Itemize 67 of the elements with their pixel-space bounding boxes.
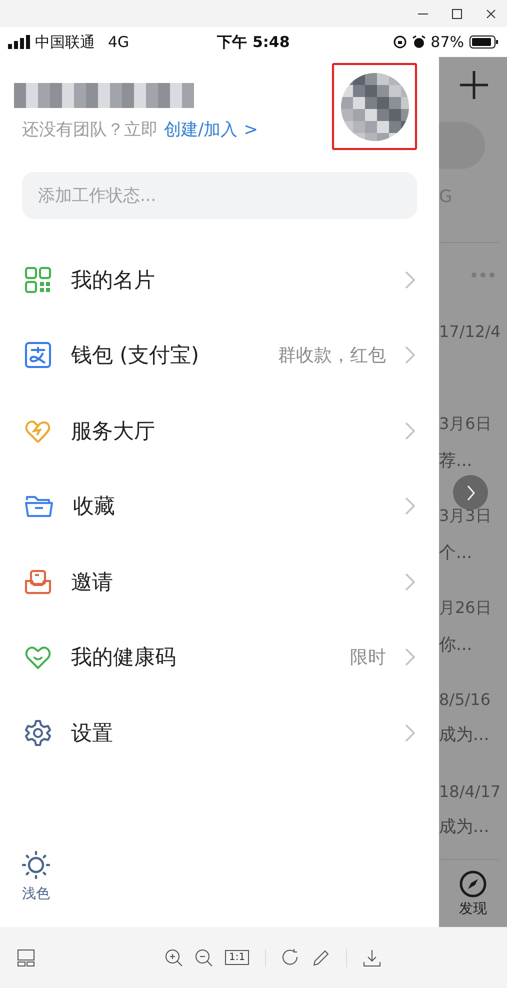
menu-label: 收藏 xyxy=(73,493,116,520)
settings-icon xyxy=(24,718,52,747)
message-preview: 荐... xyxy=(439,450,472,472)
menu-item[interactable]: 收藏 xyxy=(0,468,439,544)
close-icon xyxy=(485,8,497,20)
menu-label: 设置 xyxy=(71,720,114,747)
rotation-lock-icon xyxy=(392,35,407,49)
message-preview: 成为... xyxy=(439,724,490,746)
message-date: 3月3日 xyxy=(439,506,492,527)
avatar[interactable] xyxy=(340,72,408,140)
download-button[interactable] xyxy=(363,948,382,966)
qr-code-icon xyxy=(24,266,52,294)
menu-item[interactable]: 设置 xyxy=(0,695,439,770)
chevron-right-icon xyxy=(405,346,415,364)
chevron-right-icon xyxy=(405,724,415,742)
menu-label: 服务大厅 xyxy=(71,418,156,445)
chevron-right-icon xyxy=(405,422,415,440)
menu-item[interactable]: 服务大厅 xyxy=(0,393,439,468)
compass-icon xyxy=(459,870,487,898)
message-preview: 成为... xyxy=(439,816,490,838)
menu-label: 我的健康码 xyxy=(71,644,177,672)
layout-button[interactable] xyxy=(17,948,35,966)
menu-item[interactable]: 我的名片 xyxy=(0,242,439,318)
menu-label: 邀请 xyxy=(71,568,114,596)
message-date: 17/12/4 xyxy=(439,322,501,341)
menu-label: 钱包 (支付宝) xyxy=(71,342,200,370)
zoom-in-button[interactable] xyxy=(165,948,183,966)
menu-label: 我的名片 xyxy=(71,266,156,294)
battery-icon xyxy=(469,35,500,49)
maximize-icon xyxy=(451,8,463,20)
theme-toggle[interactable]: 浅色 xyxy=(22,851,50,903)
chevron-right-icon xyxy=(405,497,415,516)
next-button[interactable] xyxy=(453,475,488,510)
message-date: 8/5/16 xyxy=(439,690,490,709)
team-prompt: 还没有团队？立即 xyxy=(22,119,158,141)
message-date: 3月6日 xyxy=(439,414,492,435)
menu-note: 群收款，红包 xyxy=(278,344,386,368)
chevron-right-icon xyxy=(466,484,476,500)
rotate-button[interactable] xyxy=(282,948,300,966)
status-time: 下午 5:48 xyxy=(217,32,290,52)
menu-item[interactable]: 钱包 (支付宝) 群收款，红包 xyxy=(0,318,439,393)
battery-percent: 87% xyxy=(430,33,464,51)
message-date: 月26日 xyxy=(439,598,492,619)
carrier-name: 中国联通 xyxy=(35,32,95,52)
actual-size-button[interactable]: 1:1 xyxy=(225,950,250,965)
zoom-out-button[interactable] xyxy=(195,948,213,966)
network-type: 4G xyxy=(108,33,130,51)
signal-icon xyxy=(8,35,30,49)
plus-icon[interactable] xyxy=(459,70,489,100)
menu-note: 限时 xyxy=(350,646,386,670)
message-preview: 你... xyxy=(439,634,472,656)
alipay-icon xyxy=(24,341,52,370)
message-preview: 个... xyxy=(439,542,472,564)
chevron-right-icon xyxy=(405,572,415,591)
sun-icon xyxy=(22,851,50,879)
discover-tab[interactable]: 发现 xyxy=(439,860,507,927)
tray-icon xyxy=(24,568,52,596)
link-arrow[interactable]: > xyxy=(244,120,258,140)
message-date: 18/4/17 xyxy=(439,782,501,801)
menu-item[interactable]: 我的健康码 限时 xyxy=(0,620,439,695)
chevron-right-icon xyxy=(405,270,415,289)
status-field[interactable]: 添加工作状态... xyxy=(22,172,417,219)
edit-button[interactable] xyxy=(312,948,330,966)
create-join-link[interactable]: 创建/加入 xyxy=(164,118,238,141)
alarm-icon xyxy=(412,35,426,49)
menu-item[interactable]: 邀请 xyxy=(0,544,439,620)
chevron-right-icon xyxy=(405,648,415,666)
